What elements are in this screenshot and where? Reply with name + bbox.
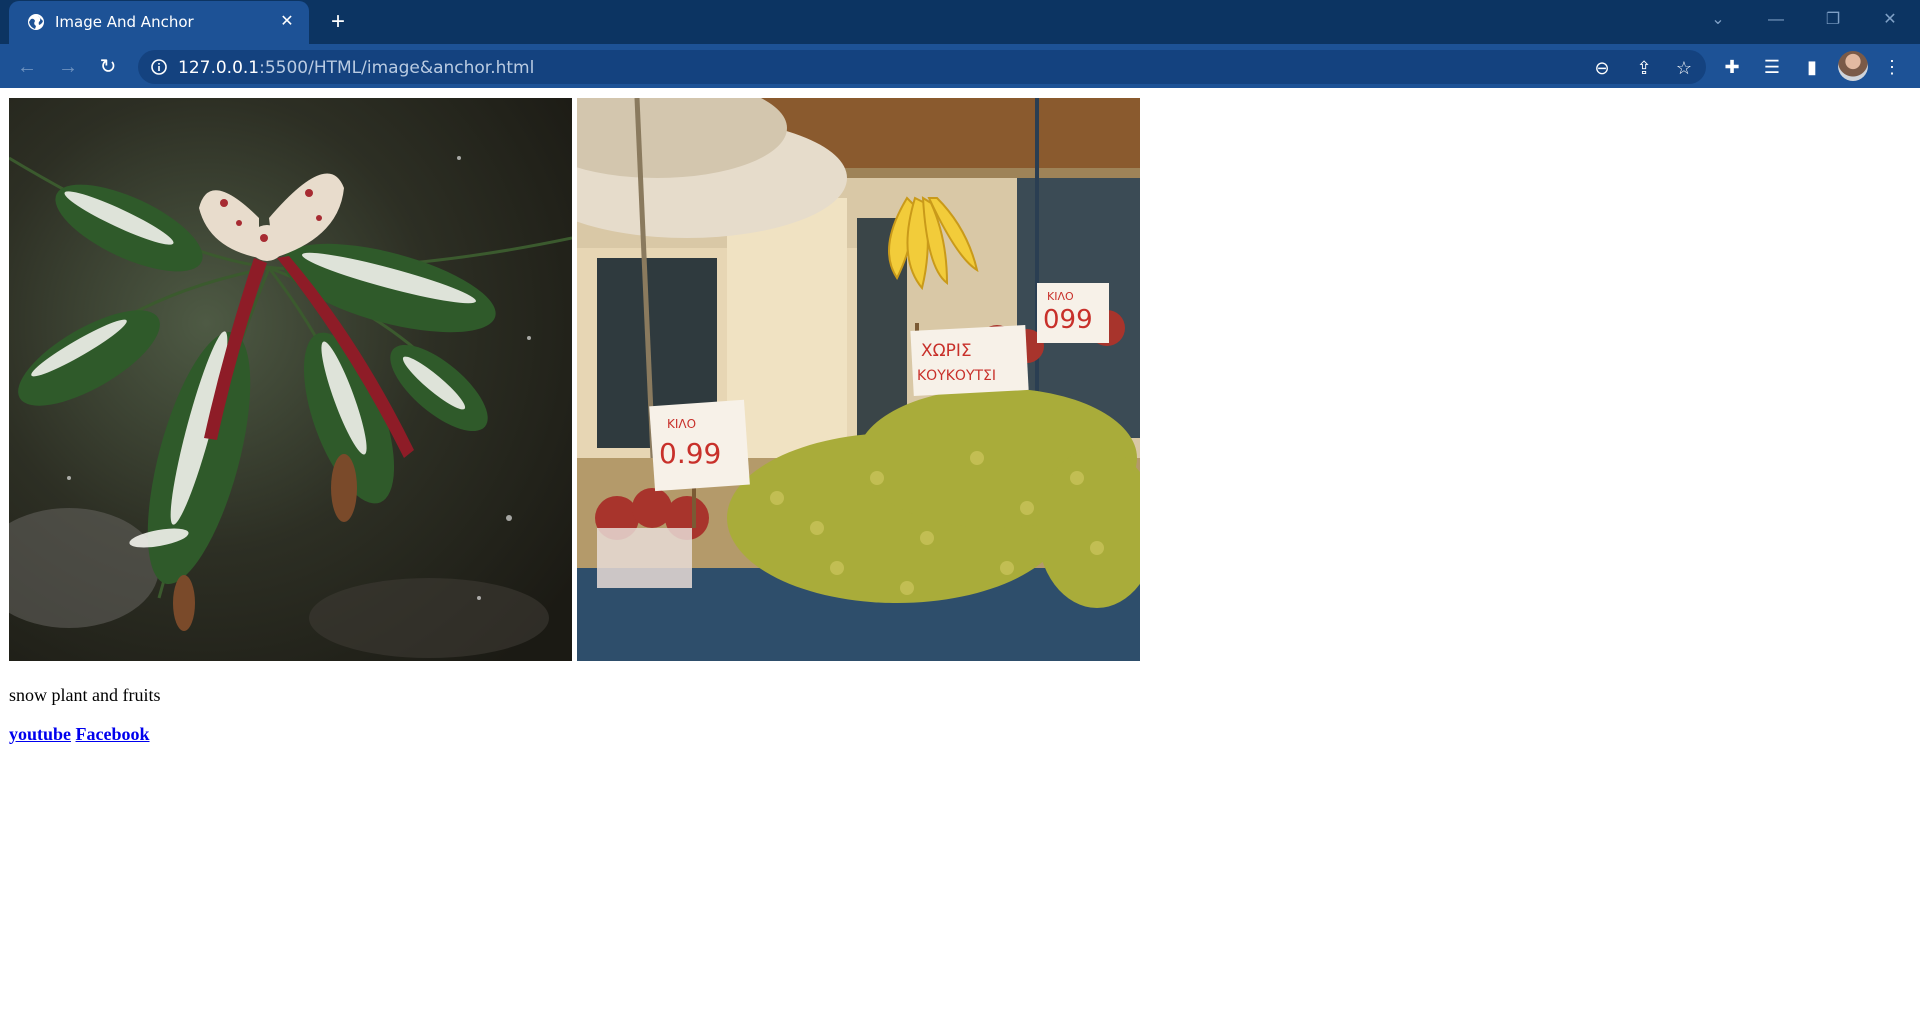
anchor-links: youtube Facebook [9,724,150,745]
svg-text:0.99: 0.99 [659,437,721,470]
market-sign-price-0-99: ΚΙΛΟ 0.99 [649,399,750,492]
market-sign-price-099: ΚΙΛΟ 099 [1037,283,1109,343]
tab-title: Image And Anchor [55,13,194,31]
restore-icon[interactable]: ❐ [1815,6,1851,34]
back-arrow-icon[interactable]: ← [13,53,41,81]
tab-search-icon[interactable]: ⌄ [1700,6,1736,34]
facebook-link[interactable]: Facebook [76,724,150,744]
side-panel-icon[interactable]: ▮ [1798,53,1826,81]
url-host: 127.0.0.1 [178,58,260,78]
share-icon[interactable]: ⇪ [1632,56,1656,80]
snow-plant-image [9,98,572,661]
menu-kebab-icon[interactable]: ⋮ [1878,53,1906,81]
profile-avatar[interactable] [1838,51,1868,81]
address-bar[interactable]: 127.0.0.1:5500/HTML/image&anchor.html ⊖ … [138,50,1706,84]
zoom-out-icon[interactable]: ⊖ [1590,56,1614,80]
window-close-icon[interactable]: ✕ [1872,6,1908,34]
svg-text:ΚΙΛΟ: ΚΙΛΟ [667,417,696,431]
plus-icon[interactable]: + [325,9,351,35]
site-info-icon[interactable] [150,58,168,76]
extensions-puzzle-icon[interactable]: ✚ [1718,53,1746,81]
fruit-market-image: ΧΩΡΙΣ ΚΟΥΚΟΥΤΣΙ ΚΙΛΟ 099 ΚΙΛΟ 0.99 [577,98,1140,661]
url-path: :5500/HTML/image&anchor.html [259,58,535,78]
browser-titlebar: Image And Anchor ✕ + ⌄ — ❐ ✕ [0,0,1920,44]
caption-text: snow plant and fruits [9,685,161,705]
svg-text:ΧΩΡΙΣ: ΧΩΡΙΣ [921,341,972,361]
bookmark-star-icon[interactable]: ☆ [1672,56,1696,80]
svg-text:099: 099 [1043,305,1093,335]
reload-icon[interactable]: ↻ [94,53,122,81]
browser-toolbar: ← → ↻ 127.0.0.1:5500/HTML/image&anchor.h… [0,44,1920,88]
reading-list-icon[interactable]: ☰ [1758,53,1786,81]
url-text[interactable]: 127.0.0.1:5500/HTML/image&anchor.html [178,58,534,78]
svg-text:ΚΟΥΚΟΥΤΣΙ: ΚΟΥΚΟΥΤΣΙ [917,368,996,384]
minimize-icon[interactable]: — [1758,6,1794,34]
close-icon[interactable]: ✕ [277,12,297,32]
market-sign-no-seeds: ΧΩΡΙΣ ΚΟΥΚΟΥΤΣΙ [910,325,1029,396]
active-tab[interactable]: Image And Anchor ✕ [9,1,309,44]
page-viewport: ΧΩΡΙΣ ΚΟΥΚΟΥΤΣΙ ΚΙΛΟ 099 ΚΙΛΟ 0.99 snow … [0,88,1920,1020]
forward-arrow-icon[interactable]: → [54,53,82,81]
svg-text:ΚΙΛΟ: ΚΙΛΟ [1047,290,1074,303]
youtube-link[interactable]: youtube [9,724,71,744]
globe-icon [28,14,44,30]
